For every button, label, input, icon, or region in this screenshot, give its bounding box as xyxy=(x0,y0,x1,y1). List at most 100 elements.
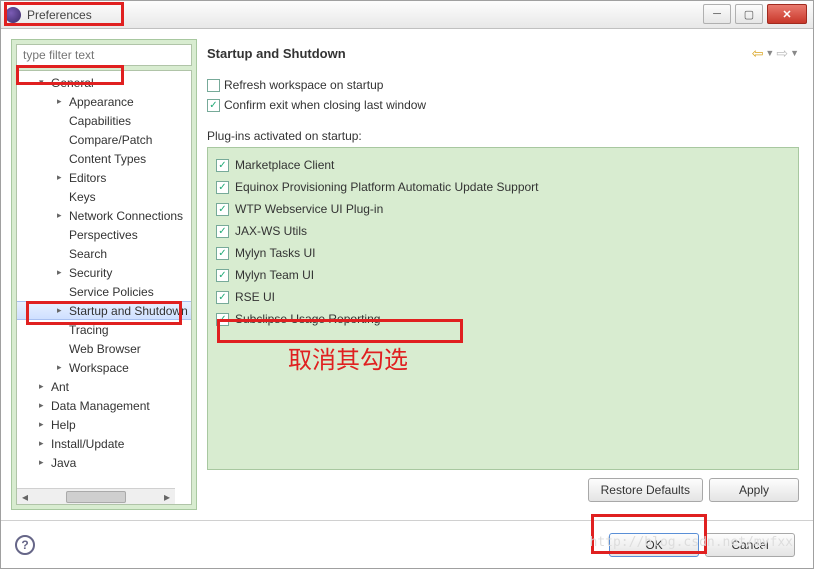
tree-item-label: Perspectives xyxy=(69,228,138,242)
expand-icon[interactable]: ▸ xyxy=(57,97,66,106)
preferences-window: Preferences ─ ▢ ✕ ▾General▸AppearanceCap… xyxy=(0,0,814,569)
tree-item-tracing[interactable]: Tracing xyxy=(17,320,191,339)
filter-input[interactable] xyxy=(16,44,192,66)
expand-icon[interactable] xyxy=(57,135,66,144)
expand-icon[interactable]: ▸ xyxy=(39,420,48,429)
nav-arrows: ⇦ ▼ ⇨ ▼ xyxy=(752,45,799,62)
tree-item-security[interactable]: ▸Security xyxy=(17,263,191,282)
horizontal-scrollbar[interactable]: ◂ ▸ xyxy=(17,488,175,504)
tree-item-label: Search xyxy=(69,247,107,261)
confirm-checkbox[interactable]: ✓ xyxy=(207,99,220,112)
expand-icon[interactable]: ▾ xyxy=(39,78,48,87)
minimize-button[interactable]: ─ xyxy=(703,4,731,24)
restore-defaults-button[interactable]: Restore Defaults xyxy=(588,478,703,502)
back-icon[interactable]: ⇦ xyxy=(752,45,764,62)
scroll-right-icon[interactable]: ▸ xyxy=(159,489,175,505)
expand-icon[interactable]: ▸ xyxy=(39,439,48,448)
tree-item-install-update[interactable]: ▸Install/Update xyxy=(17,434,191,453)
tree-item-help[interactable]: ▸Help xyxy=(17,415,191,434)
cancel-button[interactable]: Cancel xyxy=(705,533,795,557)
tree-item-perspectives[interactable]: Perspectives xyxy=(17,225,191,244)
expand-icon[interactable]: ▸ xyxy=(39,401,48,410)
tree-item-search[interactable]: Search xyxy=(17,244,191,263)
tree-item-web-browser[interactable]: Web Browser xyxy=(17,339,191,358)
expand-icon[interactable]: ▸ xyxy=(57,306,66,315)
help-icon[interactable]: ? xyxy=(15,535,35,555)
window-buttons: ─ ▢ ✕ xyxy=(703,4,807,24)
plugin-item[interactable]: ✓ JAX-WS Utils xyxy=(216,220,790,242)
tree-item-data-management[interactable]: ▸Data Management xyxy=(17,396,191,415)
tree-item-appearance[interactable]: ▸Appearance xyxy=(17,92,191,111)
tree-item-label: Appearance xyxy=(69,95,134,109)
main-header: Startup and Shutdown ⇦ ▼ ⇨ ▼ xyxy=(203,39,803,67)
expand-icon[interactable]: ▸ xyxy=(39,458,48,467)
plugin-label: Marketplace Client xyxy=(235,158,334,172)
plugin-label: Mylyn Tasks UI xyxy=(235,246,315,260)
forward-icon[interactable]: ⇨ xyxy=(776,45,788,62)
plugin-label: RSE UI xyxy=(235,290,275,304)
expand-icon[interactable]: ▸ xyxy=(39,382,48,391)
plugin-item[interactable]: ✓Subclipse Usage Reporting xyxy=(216,308,790,330)
expand-icon[interactable] xyxy=(57,325,66,334)
refresh-workspace-row[interactable]: Refresh workspace on startup xyxy=(207,75,799,95)
forward-menu-icon[interactable]: ▼ xyxy=(790,48,799,58)
plugin-checkbox[interactable]: ✓ xyxy=(216,269,229,282)
back-menu-icon[interactable]: ▼ xyxy=(765,48,774,58)
expand-icon[interactable] xyxy=(57,344,66,353)
plugin-label: JAX-WS Utils xyxy=(235,224,307,238)
tree-item-label: Data Management xyxy=(51,399,150,413)
tree-item-startup-and-shutdown[interactable]: ▸Startup and Shutdown xyxy=(17,301,191,320)
plugin-item[interactable]: ✓ Marketplace Client xyxy=(216,154,790,176)
expand-icon[interactable] xyxy=(57,192,66,201)
plugin-checkbox[interactable]: ✓ xyxy=(216,291,229,304)
apply-button[interactable]: Apply xyxy=(709,478,799,502)
plugin-label: WTP Webservice UI Plug-in xyxy=(235,202,383,216)
plugin-item[interactable]: ✓ RSE UI xyxy=(216,286,790,308)
expand-icon[interactable] xyxy=(57,116,66,125)
tree-item-network-connections[interactable]: ▸Network Connections xyxy=(17,206,191,225)
plugin-item[interactable]: ✓ Mylyn Tasks UI xyxy=(216,242,790,264)
sidebar: ▾General▸AppearanceCapabilitiesCompare/P… xyxy=(11,39,197,510)
tree-item-service-policies[interactable]: Service Policies xyxy=(17,282,191,301)
tree-item-label: Network Connections xyxy=(69,209,183,223)
main-panel: Startup and Shutdown ⇦ ▼ ⇨ ▼ Refresh wor… xyxy=(203,39,803,510)
expand-icon[interactable] xyxy=(57,249,66,258)
plugin-item[interactable]: ✓Mylyn Team UI xyxy=(216,264,790,286)
maximize-button[interactable]: ▢ xyxy=(735,4,763,24)
ok-button[interactable]: OK xyxy=(609,533,699,557)
tree-item-content-types[interactable]: Content Types xyxy=(17,149,191,168)
plugin-item[interactable]: ✓ WTP Webservice UI Plug-in xyxy=(216,198,790,220)
tree-item-general[interactable]: ▾General xyxy=(17,73,191,92)
tree-item-workspace[interactable]: ▸Workspace xyxy=(17,358,191,377)
expand-icon[interactable]: ▸ xyxy=(57,363,66,372)
scroll-left-icon[interactable]: ◂ xyxy=(17,489,33,505)
expand-icon[interactable]: ▸ xyxy=(57,211,66,220)
plugin-checkbox[interactable]: ✓ xyxy=(216,159,229,172)
tree-item-keys[interactable]: Keys xyxy=(17,187,191,206)
expand-icon[interactable]: ▸ xyxy=(57,268,66,277)
confirm-exit-row[interactable]: ✓ Confirm exit when closing last window xyxy=(207,95,799,115)
dialog-body: ▾General▸AppearanceCapabilitiesCompare/P… xyxy=(1,29,813,520)
tree-item-java[interactable]: ▸Java xyxy=(17,453,191,472)
close-button[interactable]: ✕ xyxy=(767,4,807,24)
expand-icon[interactable] xyxy=(57,230,66,239)
expand-icon[interactable] xyxy=(57,154,66,163)
refresh-checkbox[interactable] xyxy=(207,79,220,92)
tree-item-ant[interactable]: ▸Ant xyxy=(17,377,191,396)
tree-item-compare-patch[interactable]: Compare/Patch xyxy=(17,130,191,149)
tree-item-label: Content Types xyxy=(69,152,146,166)
plugin-checkbox[interactable]: ✓ xyxy=(216,203,229,216)
plugin-checkbox[interactable]: ✓ xyxy=(216,313,229,326)
expand-icon[interactable]: ▸ xyxy=(57,173,66,182)
plugin-checkbox[interactable]: ✓ xyxy=(216,181,229,194)
expand-icon[interactable] xyxy=(57,287,66,296)
footer: ? OK Cancel xyxy=(1,520,813,568)
tree-item-label: Install/Update xyxy=(51,437,124,451)
tree-item-editors[interactable]: ▸Editors xyxy=(17,168,191,187)
tree-item-capabilities[interactable]: Capabilities xyxy=(17,111,191,130)
plugin-checkbox[interactable]: ✓ xyxy=(216,247,229,260)
preferences-tree: ▾General▸AppearanceCapabilitiesCompare/P… xyxy=(17,71,191,474)
plugin-item[interactable]: ✓Equinox Provisioning Platform Automatic… xyxy=(216,176,790,198)
scroll-thumb[interactable] xyxy=(66,491,126,503)
plugin-checkbox[interactable]: ✓ xyxy=(216,225,229,238)
